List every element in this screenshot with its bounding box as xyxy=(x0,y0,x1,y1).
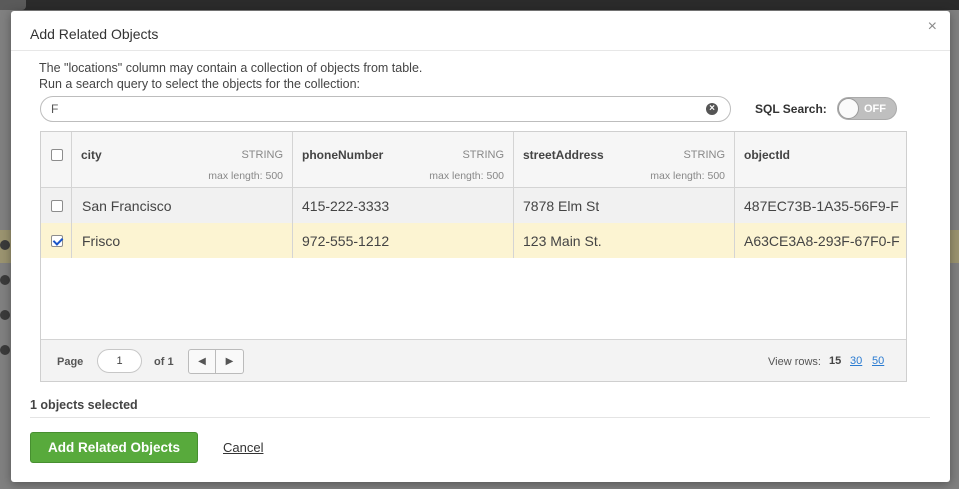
select-all-checkbox[interactable] xyxy=(51,149,63,161)
search-box: × xyxy=(40,96,731,122)
column-header-name[interactable]: objectId xyxy=(744,148,790,162)
dialog-description: The "locations" column may contain a col… xyxy=(39,61,423,75)
toggle-state: OFF xyxy=(864,103,886,115)
cell-city: Frisco xyxy=(82,233,121,249)
column-phone-number: phoneNumber STRING max length: 500 415-2… xyxy=(293,132,514,258)
cell-phone-number: 415-222-3333 xyxy=(302,198,390,214)
row-checkbox-checked[interactable] xyxy=(51,235,63,247)
selection-count: 1 objects selected xyxy=(30,398,138,412)
chevron-left-icon: ◀ xyxy=(198,356,206,367)
page-label: Page xyxy=(57,356,84,368)
objects-grid: city STRING max length: 500 San Francisc… xyxy=(40,131,907,382)
view-rows-15: 15 xyxy=(829,355,842,367)
cell-street-address: 7878 Elm St xyxy=(523,198,600,214)
grid-pager: Page of 1 ◀ ▶ View rows: 15 30 50 xyxy=(41,339,906,381)
chevron-right-icon: ▶ xyxy=(225,356,234,367)
column-header-name[interactable]: city xyxy=(81,148,102,162)
background-node-icon xyxy=(0,310,10,320)
dialog-instruction: Run a search query to select the objects… xyxy=(39,77,361,91)
close-icon[interactable]: × xyxy=(928,19,937,35)
column-header-type: STRING xyxy=(462,149,504,161)
sql-search-label: SQL Search: xyxy=(755,102,827,116)
background-menu-chip xyxy=(0,0,26,10)
title-divider xyxy=(11,50,950,51)
background-node-icon xyxy=(0,345,10,355)
clear-search-icon[interactable]: × xyxy=(706,103,718,115)
page-number-input[interactable] xyxy=(97,349,142,373)
row-checkbox[interactable] xyxy=(51,200,63,212)
cell-object-id: 487EC73B-1A35-56F9-F xyxy=(744,198,899,214)
column-header-type: STRING xyxy=(683,149,725,161)
cell-phone-number: 972-555-1212 xyxy=(302,233,390,249)
column-object-id: objectId STR 487EC73B-1A35-56F9-F A63CE3… xyxy=(735,132,906,258)
cancel-link[interactable]: Cancel xyxy=(223,440,263,455)
view-rows-label: View rows: xyxy=(768,356,821,368)
view-rows-30-link[interactable]: 30 xyxy=(850,355,862,367)
column-header-type: STRING xyxy=(241,149,283,161)
column-header-name[interactable]: phoneNumber xyxy=(302,148,383,162)
page-count: of 1 xyxy=(154,356,174,368)
prev-page-button[interactable]: ◀ xyxy=(188,349,216,374)
dialog-title: Add Related Objects xyxy=(30,26,159,42)
add-related-objects-dialog: Add Related Objects × The "locations" co… xyxy=(11,11,950,482)
cell-street-address: 123 Main St. xyxy=(523,233,602,249)
footer-divider xyxy=(30,417,930,418)
column-header-max: max length: 500 xyxy=(650,170,725,182)
sql-search-toggle[interactable]: OFF xyxy=(837,97,897,120)
cell-city: San Francisco xyxy=(82,198,172,214)
column-header-name[interactable]: streetAddress xyxy=(523,148,604,162)
background-node-icon xyxy=(0,275,10,285)
toggle-knob xyxy=(838,98,859,119)
cell-object-id: A63CE3A8-293F-67F0-F xyxy=(744,233,900,249)
search-input[interactable] xyxy=(49,100,689,118)
view-rows-50-link[interactable]: 50 xyxy=(872,355,884,367)
add-related-objects-button[interactable]: Add Related Objects xyxy=(30,432,198,463)
column-city: city STRING max length: 500 San Francisc… xyxy=(72,132,293,258)
column-header-max: max length: 500 xyxy=(429,170,504,182)
column-header-max: max length: 500 xyxy=(208,170,283,182)
select-column xyxy=(41,132,72,258)
background-toolbar xyxy=(0,0,959,10)
next-page-button[interactable]: ▶ xyxy=(216,349,244,374)
background-node-icon xyxy=(0,240,10,250)
column-street-address: streetAddress STRING max length: 500 787… xyxy=(514,132,735,258)
